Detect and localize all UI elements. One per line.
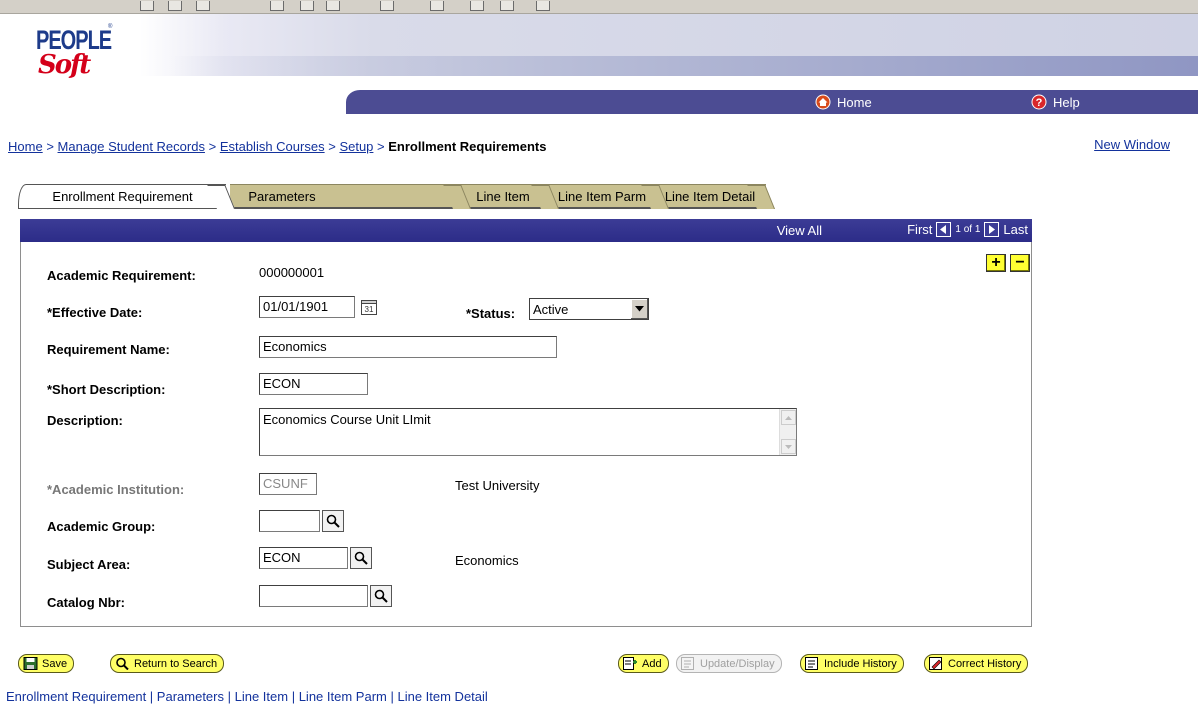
search-icon — [354, 551, 368, 565]
subject-area-lookup[interactable] — [350, 547, 372, 569]
catalog-nbr-field[interactable] — [259, 585, 368, 607]
description-text: Economics Course Unit LImit — [263, 412, 431, 427]
catalog-nbr-label: Catalog Nbr: — [47, 595, 125, 610]
bottom-link-line-item-parm[interactable]: Line Item Parm — [299, 689, 387, 704]
tab-parameters[interactable]: Parameters — [230, 184, 471, 209]
search-icon — [374, 589, 388, 603]
peoplesoft-logo: PEOPLE ® Soft — [36, 24, 113, 80]
search-icon — [116, 657, 129, 670]
delete-row-button[interactable]: − — [1010, 254, 1030, 272]
nav-home-link[interactable]: Home — [815, 94, 872, 110]
effective-date-field[interactable]: 01/01/1901 — [259, 296, 355, 318]
breadcrumb-home[interactable]: Home — [8, 139, 43, 154]
tab-line-item[interactable]: Line Item — [456, 184, 559, 209]
effective-date-label: *Effective Date: — [47, 305, 143, 320]
nav-home-label: Home — [837, 94, 872, 110]
short-description-field[interactable]: ECON — [259, 373, 368, 395]
new-window-link[interactable]: New Window — [1094, 137, 1170, 152]
academic-institution-label: *Academic Institution: — [47, 482, 185, 497]
academic-requirement-value: 000000001 — [259, 265, 325, 280]
toolbar-icon[interactable] — [536, 1, 550, 11]
toolbar-icon[interactable] — [196, 1, 210, 11]
help-icon: ? — [1031, 94, 1047, 110]
breadcrumb-current: Enrollment Requirements — [388, 139, 547, 154]
scroll-down-icon[interactable] — [781, 439, 796, 454]
correct-history-button[interactable]: Correct History — [924, 654, 1029, 673]
home-icon — [815, 94, 831, 110]
catalog-nbr-lookup[interactable] — [370, 585, 392, 607]
bottom-page-links: Enrollment Requirement | Parameters | Li… — [6, 689, 488, 704]
academic-institution-description: Test University — [455, 478, 540, 493]
tab-line-item-parm[interactable]: Line Item Parm — [544, 184, 669, 209]
pager-first[interactable]: First — [907, 222, 932, 237]
breadcrumb-establish-courses[interactable]: Establish Courses — [220, 139, 325, 154]
calendar-icon[interactable]: 31 — [360, 298, 378, 316]
row-pager: First 1 of 1 Last — [907, 222, 1028, 237]
status-select[interactable]: Active — [529, 298, 649, 320]
correct-history-icon — [929, 657, 942, 670]
add-row-button[interactable]: + — [986, 254, 1006, 272]
toolbar-icon[interactable] — [470, 1, 484, 11]
status-selected-value: Active — [533, 301, 569, 317]
toolbar-icon[interactable] — [500, 1, 514, 11]
academic-requirement-label: Academic Requirement: — [47, 268, 196, 283]
toolbar-icon[interactable] — [168, 1, 182, 11]
search-icon — [326, 514, 340, 528]
tab-line-item-detail[interactable]: Line Item Detail — [654, 184, 775, 209]
svg-text:31: 31 — [365, 305, 374, 314]
logo-text-bottom: Soft — [38, 50, 91, 80]
update-display-button[interactable]: Update/Display — [676, 654, 782, 673]
bottom-link-line-item-detail[interactable]: Line Item Detail — [397, 689, 487, 704]
academic-group-label: Academic Group: — [47, 519, 156, 534]
banner-stripe — [170, 56, 1198, 76]
add-button[interactable]: Add — [618, 654, 669, 673]
description-textarea[interactable]: Economics Course Unit LImit — [259, 408, 797, 456]
status-label: *Status: — [466, 306, 516, 321]
chevron-down-icon[interactable] — [630, 299, 648, 319]
add-icon — [623, 657, 637, 670]
scroll-up-icon[interactable] — [781, 410, 796, 425]
bottom-link-parameters[interactable]: Parameters — [157, 689, 224, 704]
view-all-link[interactable]: View All — [777, 223, 822, 238]
include-history-button[interactable]: Include History — [800, 654, 904, 673]
academic-institution-field: CSUNF — [259, 473, 317, 495]
previous-arrow-icon[interactable] — [936, 222, 952, 237]
pager-count: 1 of 1 — [955, 224, 981, 235]
bottom-link-line-item[interactable]: Line Item — [235, 689, 288, 704]
toolbar-icon[interactable] — [430, 1, 444, 11]
page-tabs: Line Item Detail Line Item Parm Line Ite… — [18, 184, 778, 209]
subject-area-field[interactable]: ECON — [259, 547, 348, 569]
browser-toolbar — [0, 0, 1198, 14]
description-scrollbar[interactable] — [779, 409, 796, 455]
requirement-name-field[interactable]: Economics — [259, 336, 557, 358]
panel-header: View All First 1 of 1 Last — [20, 219, 1032, 242]
bottom-link-enrollment-requirement[interactable]: Enrollment Requirement — [6, 689, 146, 704]
requirement-name-label: Requirement Name: — [47, 342, 170, 357]
breadcrumb-manage-student-records[interactable]: Manage Student Records — [58, 139, 205, 154]
include-history-icon — [805, 657, 818, 670]
subject-area-label: Subject Area: — [47, 557, 131, 572]
return-to-search-button[interactable]: Return to Search — [110, 654, 225, 673]
description-label: Description: — [47, 413, 123, 428]
nav-help-label: Help — [1053, 94, 1080, 110]
pager-last[interactable]: Last — [1003, 222, 1028, 237]
next-arrow-icon[interactable] — [984, 222, 1000, 237]
subject-area-description: Economics — [455, 553, 519, 568]
toolbar-icon[interactable] — [326, 1, 340, 11]
nav-help-link[interactable]: ? Help — [1031, 94, 1080, 110]
toolbar-icon[interactable] — [380, 1, 394, 11]
svg-text:?: ? — [1036, 97, 1043, 109]
academic-group-field[interactable] — [259, 510, 320, 532]
breadcrumb: Home > Manage Student Records > Establis… — [8, 139, 547, 154]
tab-enrollment-requirement[interactable]: Enrollment Requirement — [18, 184, 235, 209]
short-description-label: *Short Description: — [47, 382, 166, 397]
save-button[interactable]: Save — [18, 654, 75, 673]
save-icon — [23, 657, 38, 670]
breadcrumb-setup[interactable]: Setup — [339, 139, 373, 154]
toolbar-icon[interactable] — [140, 1, 154, 11]
toolbar-icon[interactable] — [270, 1, 284, 11]
update-display-icon — [681, 657, 694, 670]
academic-group-lookup[interactable] — [322, 510, 344, 532]
toolbar-icon[interactable] — [300, 1, 314, 11]
